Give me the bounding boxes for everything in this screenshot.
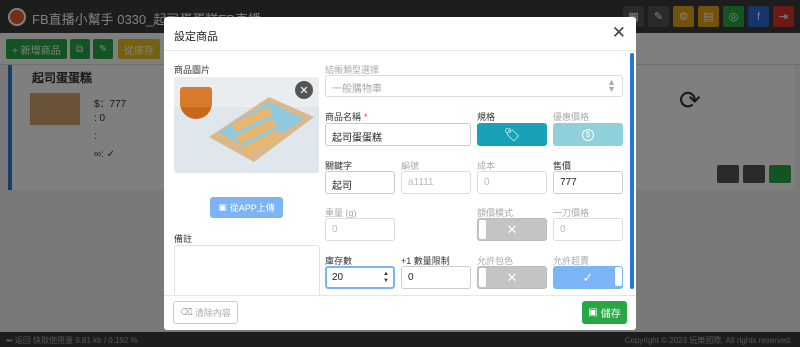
spec-button[interactable]: 🏷 bbox=[477, 123, 547, 146]
check-icon: ✓ bbox=[582, 269, 594, 285]
onecut-input[interactable]: 0 bbox=[553, 218, 623, 241]
allow-wrap-toggle[interactable]: ✕ bbox=[477, 266, 547, 289]
image-label: 商品圖片 bbox=[174, 65, 211, 75]
toggle-knob bbox=[615, 267, 622, 286]
price-input[interactable]: 777 bbox=[553, 171, 623, 194]
required-asterisk: * bbox=[364, 112, 368, 122]
save-button-label: 儲存 bbox=[600, 309, 621, 320]
limit-input[interactable]: 0 bbox=[401, 266, 471, 289]
product-settings-modal: 設定商品 ✕ 商品圖片 ✕ ▣ 從APP上傳 備註 結帳類型選擇 一般購物車 ▲… bbox=[164, 17, 636, 330]
product-name-input[interactable]: 起司蛋蛋糕 bbox=[325, 123, 471, 146]
eraser-icon: ⌫ bbox=[180, 307, 193, 317]
remark-textarea[interactable] bbox=[174, 245, 320, 297]
tags-icon: 🏷 bbox=[503, 126, 521, 142]
stock-input[interactable]: 20 ▲ ▼ bbox=[325, 266, 395, 289]
modal-footer: ⌫ 清除內容 ▣ 儲存 bbox=[164, 295, 636, 330]
clear-button[interactable]: ⌫ 清除內容 bbox=[173, 301, 238, 324]
product-photo: ✕ bbox=[174, 77, 319, 173]
x-icon: ✕ bbox=[506, 221, 518, 237]
code-input[interactable]: a1111 bbox=[401, 171, 471, 194]
checkout-type-select[interactable]: 一般購物車 ▲ ▼ bbox=[325, 75, 623, 97]
toggle-knob bbox=[479, 220, 486, 239]
coin-icon: $ bbox=[582, 128, 594, 141]
name-label: 商品名稱 * bbox=[325, 110, 368, 123]
discount-label: 優惠價格 bbox=[553, 112, 590, 122]
remove-photo-icon[interactable]: ✕ bbox=[295, 81, 313, 99]
upload-from-app-label: 從APP上傳 bbox=[229, 203, 275, 213]
name-label-text: 商品名稱 bbox=[325, 112, 362, 122]
save-button[interactable]: ▣ 儲存 bbox=[582, 301, 627, 324]
scrollbar[interactable] bbox=[630, 53, 634, 289]
x-icon: ✕ bbox=[506, 269, 518, 285]
checkout-type-value: 一般購物車 bbox=[332, 84, 382, 95]
clear-button-label: 清除內容 bbox=[194, 308, 231, 318]
keyword-input[interactable]: 起司 bbox=[325, 171, 395, 194]
modal-header: 設定商品 ✕ bbox=[164, 17, 636, 51]
select-arrows-icon: ▲ ▼ bbox=[607, 77, 616, 94]
amount-mode-toggle[interactable]: ✕ bbox=[477, 218, 547, 241]
remark-label: 備註 bbox=[174, 234, 193, 244]
cost-input[interactable]: 0 bbox=[477, 171, 547, 194]
upload-from-app-button[interactable]: ▣ 從APP上傳 bbox=[210, 197, 283, 218]
modal-title: 設定商品 bbox=[174, 31, 218, 43]
toggle-knob bbox=[479, 268, 486, 287]
discount-button[interactable]: $ bbox=[553, 123, 623, 146]
weight-input[interactable]: 0 bbox=[325, 218, 395, 241]
save-icon: ▣ bbox=[588, 307, 598, 318]
close-icon[interactable]: ✕ bbox=[612, 24, 626, 42]
stepper-arrows-icon[interactable]: ▲ ▼ bbox=[383, 271, 389, 285]
scan-icon: ▣ bbox=[218, 202, 227, 212]
allow-oversell-toggle[interactable]: ✓ bbox=[553, 266, 623, 289]
stock-value: 20 bbox=[332, 272, 344, 283]
spec-label: 規格 bbox=[477, 112, 496, 122]
